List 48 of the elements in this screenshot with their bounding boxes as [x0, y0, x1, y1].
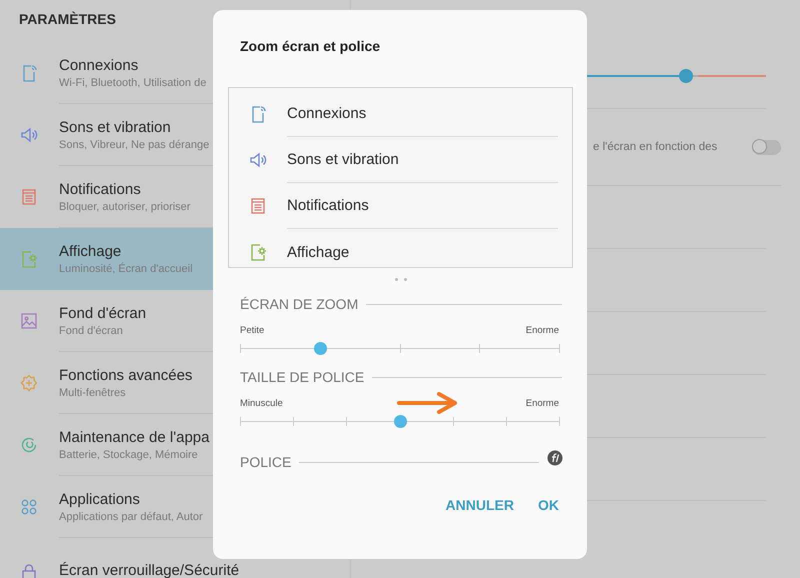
- item-title: Fonctions avancées: [59, 366, 192, 384]
- max-label: Enorme: [526, 398, 559, 409]
- item-title: Fond d'écran: [59, 304, 146, 322]
- item-subtitle: Sons, Vibreur, Ne pas dérange: [59, 138, 210, 150]
- preview-item: Sons et vibration: [287, 137, 558, 183]
- arrow-drawing: [397, 392, 459, 414]
- preview-item: Notifications: [287, 183, 558, 229]
- slider-thumb[interactable]: [314, 342, 327, 355]
- page-dot: [404, 278, 406, 280]
- item-title: Notifications: [59, 180, 141, 198]
- preview-item: Affichage: [287, 242, 350, 262]
- min-label: Petite: [240, 325, 264, 336]
- speaker-icon: [19, 125, 39, 145]
- item-subtitle: Multi-fenêtres: [59, 386, 126, 398]
- image-icon: [19, 311, 39, 331]
- item-subtitle: Luminosité, Écran d'accueil: [59, 262, 193, 274]
- settings-title: PARAMÈTRES: [18, 10, 117, 29]
- item-title: Affichage: [59, 242, 122, 260]
- toggle-switch[interactable]: [752, 140, 781, 154]
- item-title: Connexions: [59, 56, 138, 74]
- item-subtitle: Applications par défaut, Autor: [59, 510, 203, 522]
- item-title: Applications: [59, 490, 140, 508]
- gear-plus-icon: [19, 373, 39, 393]
- section-heading: TAILLE DE POLICE: [240, 369, 364, 385]
- section-heading: POLICE: [240, 454, 292, 470]
- item-subtitle: Batterie, Stockage, Mémoire: [59, 448, 198, 460]
- max-label: Enorme: [526, 325, 559, 336]
- item-subtitle: Fond d'écran: [59, 324, 123, 336]
- font-size-slider[interactable]: [240, 417, 559, 426]
- four-circles-icon: [19, 497, 39, 517]
- item-subtitle: Wi-Fi, Bluetooth, Utilisation de: [59, 76, 206, 88]
- zoom-slider[interactable]: [240, 344, 559, 353]
- item-title: Écran verrouillage/Sécurité: [59, 563, 240, 578]
- preview-item: Connexions: [287, 91, 558, 137]
- setting-description: e l'écran en fonction des: [593, 141, 718, 153]
- settings-item[interactable]: Écran verrouillage/Sécurité: [0, 538, 350, 578]
- page-dot: [394, 278, 398, 280]
- item-title: Maintenance de l'appa: [59, 428, 210, 446]
- item-subtitle: Bloquer, autoriser, prioriser: [59, 200, 190, 212]
- circular-arrow-icon: [19, 435, 39, 455]
- slider-thumb[interactable]: [679, 69, 693, 83]
- item-title: Sons et vibration: [59, 118, 171, 136]
- slider-thumb[interactable]: [394, 415, 406, 428]
- font-icon[interactable]: [547, 450, 563, 466]
- min-label: Minuscule: [240, 398, 283, 409]
- section-heading: ÉCRAN DE ZOOM: [240, 296, 358, 312]
- dialog-title: Zoom écran et police: [240, 38, 380, 54]
- speaker-icon: [248, 150, 268, 170]
